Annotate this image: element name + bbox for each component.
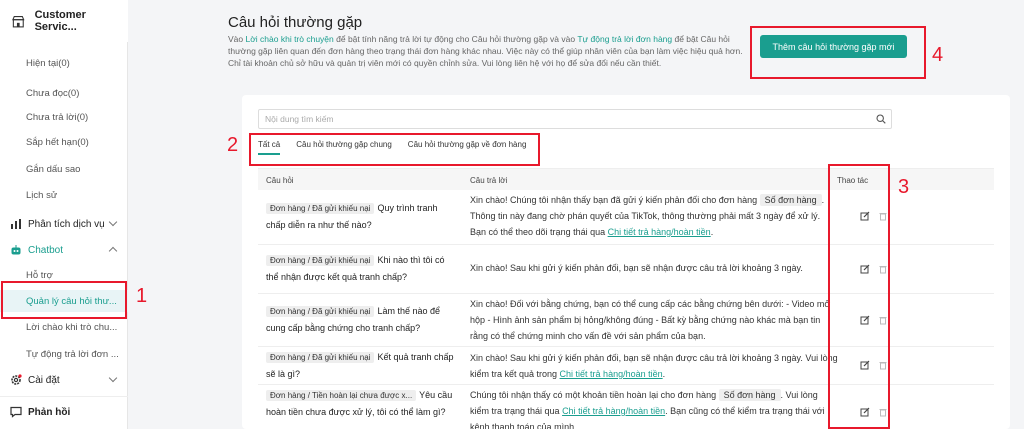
sidebar-item-unread[interactable]: Chưa đọc(0) <box>0 82 128 104</box>
sidebar-item-label: Chưa trả lời(0) <box>26 111 89 123</box>
col-question-header: Câu hỏi <box>266 176 294 185</box>
sidebar-item-current[interactable]: Hiện tại(0) <box>0 52 128 74</box>
sidebar-item-label: Chưa đọc(0) <box>26 87 80 99</box>
annotation-number-3: 3 <box>898 176 910 198</box>
feedback-icon <box>10 406 22 418</box>
sidebar-item-starred[interactable]: Gắn dấu sao <box>0 158 128 180</box>
sidebar-item-unanswered[interactable]: Chưa trả lời(0) <box>0 106 128 128</box>
chevron-down-icon <box>108 373 118 383</box>
order-number-tag: Số đơn hàng <box>718 389 781 401</box>
brand-label: Customer Servic... <box>34 9 86 33</box>
desc-text: để bật tính năng trả lời tự động cho Câu… <box>333 34 578 44</box>
sidebar-item-greeting[interactable]: Lời chào khi trò chu... <box>0 316 128 338</box>
sidebar-item-label: Hỗ trợ <box>26 269 53 281</box>
greeting-link[interactable]: Lời chào khi trò chuyện <box>246 34 334 44</box>
category-tag: Đơn hàng / Đã gửi khiếu nại <box>266 255 375 266</box>
annotation-box-2 <box>249 133 540 166</box>
answer-text: Chúng tôi nhận thấy có một khoản tiền ho… <box>470 390 717 400</box>
return-details-link[interactable]: Chi tiết trả hàng/hoàn tiền <box>608 227 711 237</box>
sidebar-section-analytics[interactable]: Phân tích dịch vụ <box>0 213 128 235</box>
category-tag: Đơn hàng / Đã gửi khiếu nại <box>266 306 375 317</box>
search-input[interactable] <box>258 109 892 129</box>
sidebar-item-feedback[interactable]: Phản hồi <box>0 401 128 423</box>
sidebar-section-label: Cài đặt <box>28 374 60 386</box>
category-tag: Đơn hàng / Đã gửi khiếu nại <box>266 203 375 214</box>
sidebar-section-settings[interactable]: Cài đặt <box>0 369 128 391</box>
annotation-box-4 <box>750 26 926 79</box>
answer-cell: Xin chào! Đối với bằng chứng, bạn có thể… <box>470 296 838 344</box>
page-title: Câu hỏi thường gặp <box>228 14 363 31</box>
chart-icon <box>11 219 21 229</box>
answer-text: Xin chào! Sau khi gửi ý kiến phản đối, b… <box>470 263 803 273</box>
sidebar-item-label: Gắn dấu sao <box>26 163 81 175</box>
annotation-number-1: 1 <box>136 285 148 307</box>
sidebar: Customer Servic... Hiện tại(0) Chưa đọc(… <box>0 0 128 429</box>
order-number-tag: Số đơn hàng <box>759 194 822 206</box>
gear-icon <box>11 374 22 385</box>
annotation-box-1 <box>1 281 127 319</box>
category-tag: Đơn hàng / Tiền hoàn lại chưa được x... <box>266 390 417 401</box>
robot-icon <box>11 245 21 255</box>
sidebar-section-label: Phản hồi <box>28 406 71 418</box>
sidebar-item-label: Lịch sử <box>26 189 58 201</box>
search-icon[interactable] <box>876 114 886 124</box>
annotation-number-2: 2 <box>227 134 239 156</box>
question-cell: Đơn hàng / Đã gửi khiếu nại Khi nào thì t… <box>266 252 456 285</box>
answer-text: . <box>662 369 666 379</box>
return-details-link[interactable]: Chi tiết trả hàng/hoàn tiền <box>562 406 665 416</box>
question-cell: Đơn hàng / Đã gửi khiếu nại Kết quả tranh… <box>266 349 456 382</box>
answer-text: Xin chào! Chúng tôi nhận thấy bạn đã gửi… <box>470 195 758 205</box>
sidebar-section-label: Chatbot <box>28 244 64 256</box>
sidebar-item-expiring[interactable]: Sắp hết hạn(0) <box>0 131 128 153</box>
sidebar-item-label: Sắp hết hạn(0) <box>26 136 89 148</box>
answer-cell: Xin chào! Chúng tôi nhận thấy bạn đã gửi… <box>470 192 838 240</box>
sidebar-item-label: Tự động trả lời đơn ... <box>26 348 119 360</box>
answer-cell: Xin chào! Sau khi gửi ý kiến phản đối, b… <box>470 260 838 276</box>
question-cell: Đơn hàng / Đã gửi khiếu nại Làm thế nào đ… <box>266 303 456 336</box>
return-details-link[interactable]: Chi tiết trả hàng/hoàn tiền <box>560 369 663 379</box>
sidebar-divider <box>0 396 128 397</box>
sidebar-item-label: Hiện tại(0) <box>26 57 70 69</box>
answer-text: Xin chào! Đối với bằng chứng, bạn có thể… <box>470 299 831 341</box>
order-autoreply-link[interactable]: Tự động trả lời đơn hàng <box>577 34 672 44</box>
question-cell: Đơn hàng / Đã gửi khiếu nại Quy trình tra… <box>266 200 456 233</box>
sidebar-item-history[interactable]: Lịch sử <box>0 184 128 206</box>
sidebar-item-label: Lời chào khi trò chu... <box>26 321 118 333</box>
store-icon <box>12 15 25 27</box>
sidebar-section-label: Phân tích dịch vụ <box>28 218 105 230</box>
annotation-number-4: 4 <box>932 44 944 66</box>
annotation-box-3 <box>828 164 890 429</box>
brand[interactable]: Customer Servic... <box>0 0 128 42</box>
answer-text: . <box>710 227 714 237</box>
sidebar-section-chatbot[interactable]: Chatbot <box>0 239 128 261</box>
answer-cell: Xin chào! Sau khi gửi ý kiến phản đối, b… <box>470 350 838 382</box>
desc-text: Vào <box>228 34 246 44</box>
question-cell: Đơn hàng / Tiền hoàn lại chưa được x... Y… <box>266 387 456 420</box>
answer-cell: Chúng tôi nhận thấy có một khoản tiền ho… <box>470 387 838 429</box>
col-answer-header: Câu trả lời <box>470 176 508 185</box>
chevron-down-icon <box>108 217 118 227</box>
page-description: Vào Lời chào khi trò chuyện để bật tính … <box>228 33 743 69</box>
sidebar-item-order-autoreply[interactable]: Tự động trả lời đơn ... <box>0 343 128 365</box>
chevron-up-icon <box>108 246 118 256</box>
category-tag: Đơn hàng / Đã gửi khiếu nại <box>266 352 375 363</box>
